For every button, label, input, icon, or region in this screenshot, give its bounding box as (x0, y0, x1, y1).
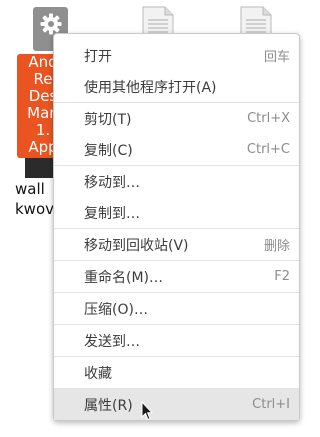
menu-item-shortcut: Ctrl+I (252, 397, 290, 412)
menu-item-star[interactable]: 收藏 (54, 357, 299, 388)
menu-item-properties[interactable]: 属性(R) Ctrl+I (54, 389, 299, 420)
menu-item-shortcut: 回车 (263, 50, 290, 65)
menu-item-label: 重命名(M)… (84, 269, 164, 286)
menu-item-label: 移动到… (84, 174, 140, 191)
desktop: And Re Des Man 1. App wall kwov 打开 回车 使用… (0, 0, 309, 437)
gear-icon (40, 13, 62, 35)
file-thumbnail[interactable] (25, 158, 55, 178)
menu-item-move-to[interactable]: 移动到… (54, 166, 299, 197)
menu-item-shortcut: Ctrl+C (246, 142, 290, 157)
menu-item-compress[interactable]: 压缩(O)… (54, 293, 299, 324)
menu-item-shortcut: Ctrl+X (247, 111, 290, 126)
menu-item-copy[interactable]: 复制(C) Ctrl+C (54, 134, 299, 165)
menu-item-label: 剪切(T) (84, 111, 132, 128)
menu-item-shortcut: 删除 (263, 239, 290, 254)
menu-item-label: 属性(R) (84, 397, 133, 414)
menu-item-cut[interactable]: 剪切(T) Ctrl+X (54, 103, 299, 134)
menu-item-rename[interactable]: 重命名(M)… F2 (54, 261, 299, 292)
menu-item-label: 使用其他程序打开(A) (84, 79, 217, 96)
menu-item-copy-to[interactable]: 复制到… (54, 197, 299, 228)
menu-item-send-to[interactable]: 发送到… (54, 325, 299, 356)
mouse-cursor-icon (141, 401, 153, 421)
menu-item-label: 压缩(O)… (84, 301, 148, 318)
menu-item-label: 复制(C) (84, 142, 133, 159)
menu-item-shortcut: F2 (274, 269, 290, 284)
menu-item-label: 发送到… (84, 333, 140, 350)
menu-item-open[interactable]: 打开 回车 (54, 40, 299, 71)
menu-item-open-with[interactable]: 使用其他程序打开(A) (54, 71, 299, 102)
menu-item-label: 收藏 (84, 365, 112, 382)
menu-item-label: 复制到… (84, 205, 140, 222)
menu-item-label: 移动到回收站(V) (84, 237, 189, 254)
context-menu: 打开 回车 使用其他程序打开(A) 剪切(T) Ctrl+X 复制(C) Ctr… (53, 33, 300, 421)
menu-item-label: 打开 (84, 48, 112, 65)
menu-item-move-to-trash[interactable]: 移动到回收站(V) 删除 (54, 229, 299, 260)
